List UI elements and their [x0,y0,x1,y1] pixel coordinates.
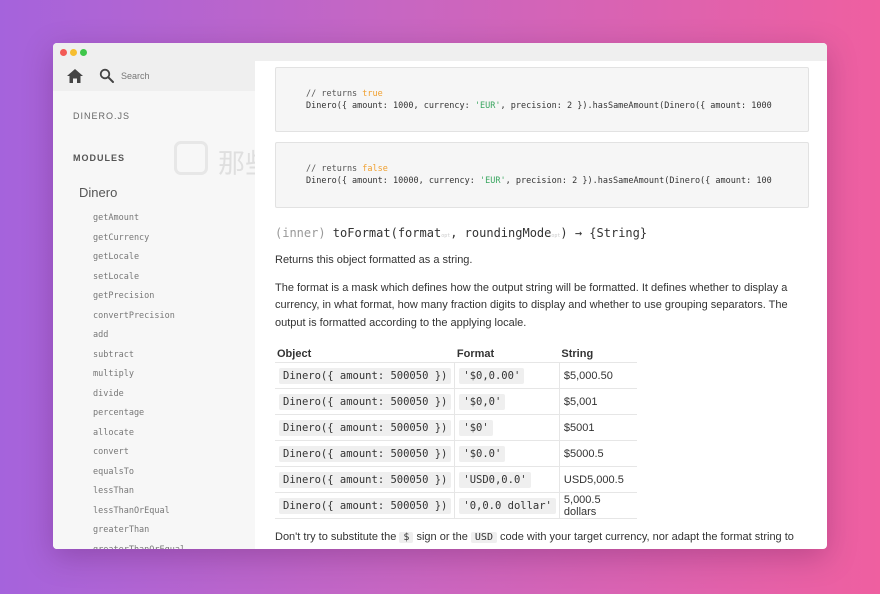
table-cell: Dinero({ amount: 500050 }) [275,492,456,519]
method-link[interactable]: divide [93,389,185,409]
search-icon[interactable] [99,68,115,84]
table-cell: Dinero({ amount: 500050 }) [275,362,456,389]
method-link[interactable]: equalsTo [93,467,185,487]
table-cell: '0,0.0 dollar' [454,492,560,519]
inline-code: $ [399,532,414,543]
table-header: String [559,345,638,363]
home-icon[interactable] [67,69,83,83]
table-cell: $5000.5 [559,440,638,467]
sidebar: Search DINERO.JS MODULES Dinero getAmoun… [53,61,255,549]
search-input[interactable]: Search [121,71,150,81]
window-titlebar [53,43,827,61]
method-link[interactable]: greaterThan [93,525,185,545]
table-row: Dinero({ amount: 500050 }) 'USD0,0.0' US… [275,466,638,493]
module-link-dinero[interactable]: Dinero [79,185,117,200]
sidebar-topbar: Search [53,61,255,91]
table-cell: 5,000.5 dollars [559,492,638,519]
method-link[interactable]: add [93,330,185,350]
table-cell: 'USD0,0.0' [454,466,560,493]
code-block: // returns false Dinero({ amount: 10000,… [275,142,809,208]
method-link[interactable]: greaterThanOrEqual [93,545,185,550]
method-link[interactable]: setLocale [93,272,185,292]
table-header: Format [454,345,560,363]
table-row: Dinero({ amount: 500050 }) '$0,0.00' $5,… [275,362,638,389]
footer-paragraph: Don't try to substitute the $ sign or th… [275,531,794,543]
method-description: Returns this object formatted as a strin… [275,254,473,266]
method-link[interactable]: multiply [93,369,185,389]
method-signature: (inner) toFormat(formatopt, roundingMode… [275,226,648,240]
method-link[interactable]: getCurrency [93,233,185,253]
code-line: Dinero({ amount: 1000, currency: 'EUR', … [306,101,772,111]
method-link[interactable]: convert [93,447,185,467]
format-table: Object Format String Dinero({ amount: 50… [275,345,638,519]
table-cell: USD5,000.5 [559,466,638,493]
table-header: Object [275,345,455,363]
code-line: Dinero({ amount: 10000, currency: 'EUR',… [306,176,772,186]
method-link[interactable]: lessThan [93,486,185,506]
minimize-window-button[interactable] [70,49,77,56]
table-cell: Dinero({ amount: 500050 }) [275,440,456,467]
table-cell: '$0' [454,414,560,441]
table-cell: Dinero({ amount: 500050 }) [275,414,456,441]
maximize-window-button[interactable] [80,49,87,56]
method-link[interactable]: getAmount [93,213,185,233]
code-comment: // returns true [306,89,383,99]
table-row: Dinero({ amount: 500050 }) '0,0.0 dollar… [275,492,638,519]
table-cell: $5,001 [559,388,638,415]
watermark-logo-icon [174,141,208,175]
format-paragraph: The format is a mask which defines how t… [275,282,788,329]
close-window-button[interactable] [60,49,67,56]
table-cell: $5001 [559,414,638,441]
method-link[interactable]: subtract [93,350,185,370]
table-row: Dinero({ amount: 500050 }) '$0' $5001 [275,414,638,441]
watermark-text: 那些免费的砖 [218,149,255,179]
table-header-row: Object Format String [275,345,638,363]
browser-window: Search DINERO.JS MODULES Dinero getAmoun… [53,43,827,549]
method-link[interactable]: getLocale [93,252,185,272]
code-block: // returns true Dinero({ amount: 1000, c… [275,67,809,132]
table-cell: Dinero({ amount: 500050 }) [275,388,456,415]
table-row: Dinero({ amount: 500050 }) '$0.0' $5000.… [275,440,638,467]
method-link[interactable]: percentage [93,408,185,428]
table-cell: $5,000.50 [559,362,638,389]
main-content: // returns true Dinero({ amount: 1000, c… [255,61,827,549]
table-cell: Dinero({ amount: 500050 }) [275,466,456,493]
method-link[interactable]: allocate [93,428,185,448]
method-link[interactable]: lessThanOrEqual [93,506,185,526]
method-link[interactable]: convertPrecision [93,311,185,331]
brand-link[interactable]: DINERO.JS [73,111,130,121]
modules-heading: MODULES [73,153,125,163]
table-row: Dinero({ amount: 500050 }) '$0,0' $5,001 [275,388,638,415]
method-link[interactable]: getPrecision [93,291,185,311]
table-cell: '$0,0' [454,388,560,415]
table-cell: '$0.0' [454,440,560,467]
code-comment: // returns false [306,164,388,174]
table-cell: '$0,0.00' [454,362,560,389]
inline-code: USD [470,532,497,543]
method-list: getAmount getCurrency getLocale setLocal… [93,213,185,549]
